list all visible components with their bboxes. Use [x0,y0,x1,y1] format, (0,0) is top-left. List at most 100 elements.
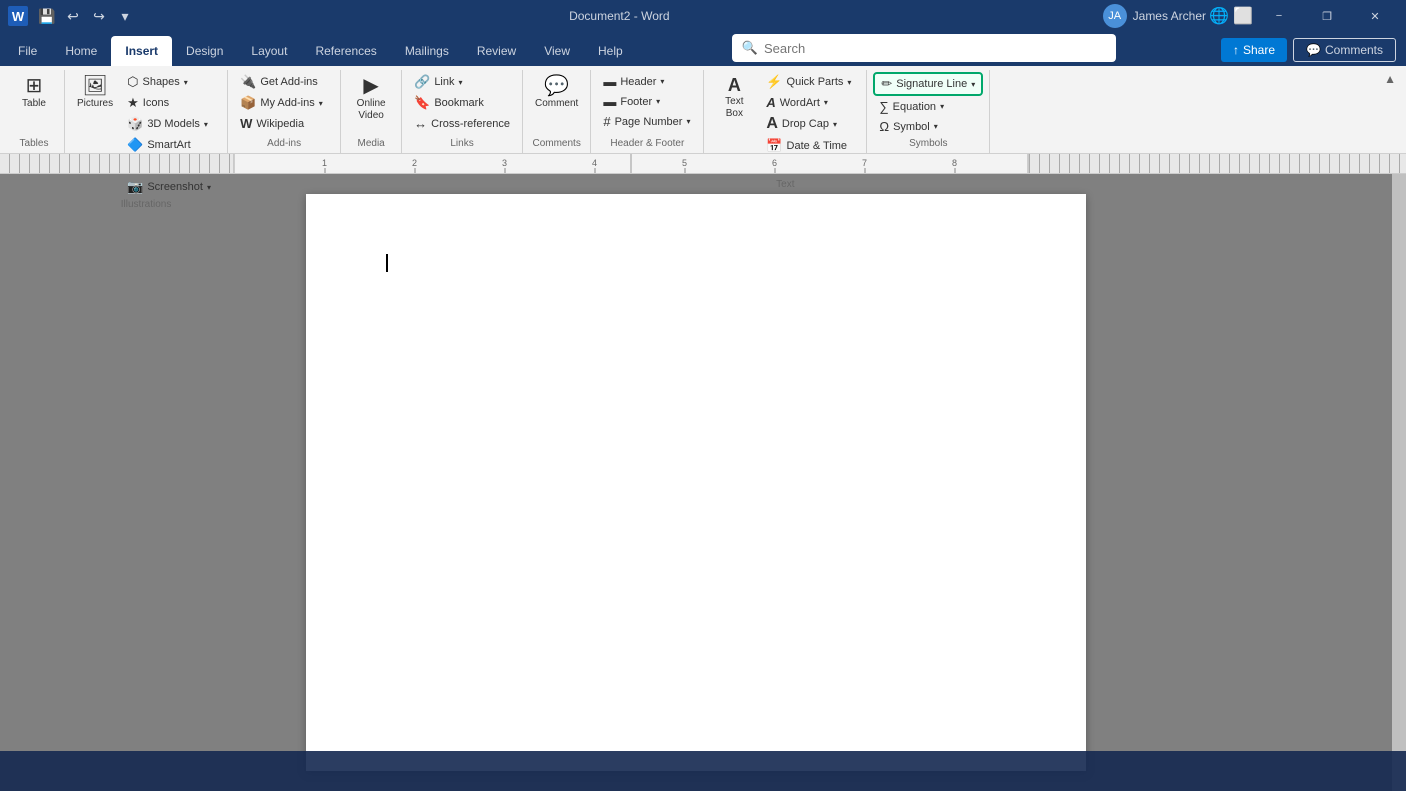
date-time-icon: 📅 [766,138,782,154]
shapes-button[interactable]: ⬡ Shapes ▾ [121,72,221,92]
link-button[interactable]: 🔗 Link ▾ [408,72,516,92]
online-video-button[interactable]: ▶ OnlineVideo [347,72,395,126]
bookmark-button[interactable]: 🔖 Bookmark [408,93,516,113]
ribbon-group-header-footer-content: ▬ Header ▾ ▬ Footer ▾ # Page Number ▾ [597,70,697,136]
tab-layout[interactable]: Layout [237,36,301,66]
quick-parts-button[interactable]: ⚡ Quick Parts ▾ [760,72,860,92]
table-label: Table [22,98,46,109]
quick-parts-icon: ⚡ [766,74,782,90]
restore-btn[interactable]: ❐ [1304,0,1350,32]
user-name: James Archer [1133,9,1206,23]
link-dropdown-arrow: ▾ [459,78,463,87]
my-addins-label: My Add-ins [260,97,314,109]
svg-text:6: 6 [772,158,777,168]
undo-quick-btn[interactable]: ↩ [62,5,84,27]
drop-cap-button[interactable]: A Drop Cap ▾ [760,113,860,135]
footer-button[interactable]: ▬ Footer ▾ [597,92,697,111]
reading-mode-btn[interactable]: ⬜ [1232,5,1254,27]
icons-icon: ★ [127,95,139,111]
page-number-label: Page Number [615,116,683,128]
ribbon-collapse-button[interactable]: ▲ [1378,70,1402,88]
tab-references[interactable]: References [301,36,390,66]
tab-file[interactable]: File [4,36,51,66]
tab-design[interactable]: Design [172,36,237,66]
ribbon-group-text: A TextBox ⚡ Quick Parts ▾ A WordArt ▾ A … [704,70,867,153]
save-quick-btn[interactable]: 💾 [36,5,58,27]
symbol-button[interactable]: Ω Symbol ▾ [873,117,983,136]
pictures-icon: 🖼 [82,76,107,96]
page-number-button[interactable]: # Page Number ▾ [597,112,697,131]
store-btn[interactable]: 🌐 [1208,5,1230,27]
minimize-btn[interactable]: − [1256,0,1302,32]
date-time-button[interactable]: 📅 Date & Time [760,136,860,156]
comment-button[interactable]: 💬 Comment [529,72,584,113]
tab-insert[interactable]: Insert [111,36,172,66]
title-bar: W 💾 ↩ ↪ ▾ Document2 - Word JA James Arch… [0,0,1406,32]
cross-reference-button[interactable]: ↔ Cross-reference [408,114,516,133]
text-box-button[interactable]: A TextBox [710,72,758,124]
wikipedia-button[interactable]: W Wikipedia [234,114,334,133]
smartart-button[interactable]: 🔷 SmartArt [121,135,221,155]
comment-icon: 💬 [544,76,569,96]
comments-button[interactable]: 💬 Comments [1293,38,1396,62]
vertical-scrollbar[interactable] [1392,174,1406,791]
tab-view[interactable]: View [530,36,584,66]
user-info: JA James Archer [1103,4,1206,28]
footer-dropdown-arrow: ▾ [656,97,660,106]
page-number-dropdown-arrow: ▾ [686,117,690,126]
ribbon-group-media: ▶ OnlineVideo Media [341,70,402,153]
page-container[interactable] [0,174,1392,791]
header-label: Header [620,76,656,88]
cross-reference-icon: ↔ [414,116,427,131]
customize-quick-btn[interactable]: ▾ [114,5,136,27]
svg-text:7: 7 [862,158,867,168]
pictures-label: Pictures [77,98,113,109]
word-document-page[interactable] [306,194,1086,771]
tab-help[interactable]: Help [584,36,637,66]
3d-models-button[interactable]: 🎲 3D Models ▾ [121,114,221,134]
search-input[interactable] [764,41,1106,56]
table-icon: ⊞ [26,76,43,96]
svg-text:2: 2 [412,158,417,168]
close-btn[interactable]: ✕ [1352,0,1398,32]
search-bar[interactable]: 🔍 [732,34,1116,62]
symbol-icon: Ω [879,119,889,134]
table-button[interactable]: ⊞ Table [10,72,58,113]
get-addins-button[interactable]: 🔌 Get Add-ins [234,72,334,92]
wordart-icon: A [766,95,775,110]
tab-home[interactable]: Home [51,36,111,66]
shapes-icon: ⬡ [127,74,138,90]
3d-models-label: 3D Models [147,118,200,130]
drop-cap-icon: A [766,115,778,133]
links-group-label: Links [408,136,516,153]
svg-text:8: 8 [952,158,957,168]
tab-review[interactable]: Review [463,36,530,66]
equation-label: Equation [893,101,936,113]
smartart-label: SmartArt [147,139,190,151]
3d-models-icon: 🎲 [127,116,143,132]
signature-line-button[interactable]: ✏ Signature Line ▾ [873,72,983,96]
pictures-button[interactable]: 🖼 Pictures [71,72,119,113]
tab-mailings[interactable]: Mailings [391,36,463,66]
symbol-dropdown-arrow: ▾ [934,122,938,131]
header-button[interactable]: ▬ Header ▾ [597,72,697,91]
equation-icon: ∑ [879,99,888,114]
bookmark-icon: 🔖 [414,95,430,111]
ribbon-group-symbols-content: ✏ Signature Line ▾ ∑ Equation ▾ Ω Symbol… [873,70,983,136]
taskbar [0,751,1406,791]
quick-parts-label: Quick Parts [787,76,844,88]
icons-button[interactable]: ★ Icons [121,93,221,113]
get-addins-label: Get Add-ins [260,76,317,88]
share-button[interactable]: ↑ Share [1221,38,1287,62]
my-addins-button[interactable]: 📦 My Add-ins ▾ [234,93,334,113]
symbol-label: Symbol [893,121,930,133]
redo-quick-btn[interactable]: ↪ [88,5,110,27]
addins-group-label: Add-ins [234,136,334,153]
date-time-label: Date & Time [787,140,848,152]
wordart-button[interactable]: A WordArt ▾ [760,93,860,112]
online-video-label: OnlineVideo [357,98,386,122]
svg-text:1: 1 [322,158,327,168]
signature-line-icon: ✏ [881,76,892,92]
svg-text:5: 5 [682,158,687,168]
equation-button[interactable]: ∑ Equation ▾ [873,97,983,116]
